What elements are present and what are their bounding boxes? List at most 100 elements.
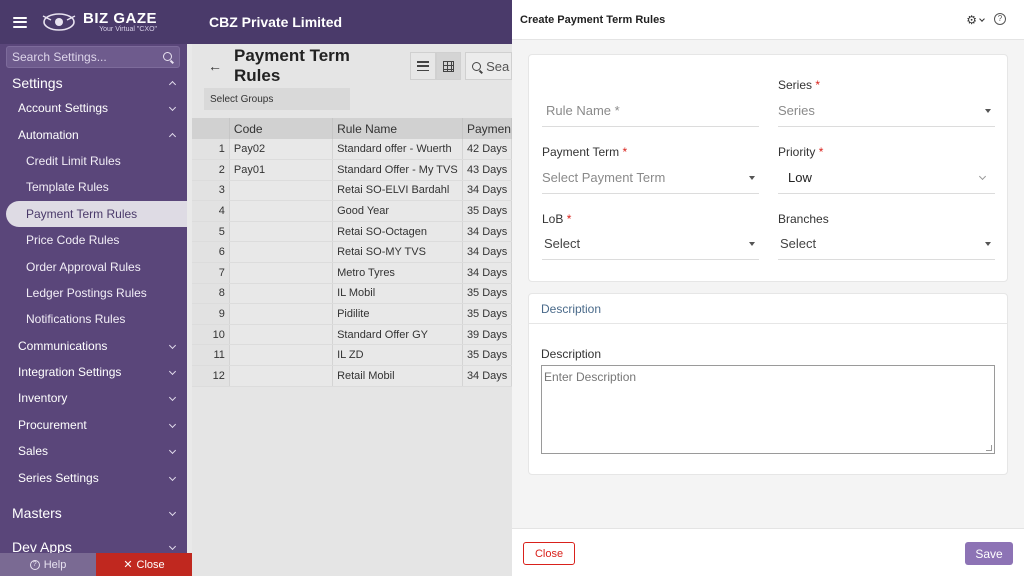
table-row[interactable]: 11 IL ZD 35 Days bbox=[192, 344, 513, 367]
cell-index: 11 bbox=[192, 344, 230, 367]
nav-ledger-postings-rules[interactable]: Ledger Postings Rules bbox=[0, 280, 187, 306]
cell-index: 5 bbox=[192, 221, 230, 243]
help-label: Help bbox=[43, 558, 67, 571]
table-row[interactable]: 5 Retai SO-Octagen 34 Days bbox=[192, 221, 513, 243]
help-icon[interactable]: ? bbox=[994, 13, 1006, 25]
settings-search[interactable] bbox=[6, 46, 180, 68]
search-icon[interactable] bbox=[163, 52, 172, 61]
cell-index: 1 bbox=[192, 139, 230, 161]
cell-payment: 35 Days bbox=[462, 344, 513, 367]
nav-template-rules[interactable]: Template Rules bbox=[0, 174, 187, 200]
column-header-code[interactable]: Code bbox=[229, 118, 334, 139]
nav-procurement[interactable]: Procurement bbox=[0, 412, 187, 438]
nav-inventory[interactable]: Inventory bbox=[0, 385, 187, 411]
grid-view-button[interactable] bbox=[435, 52, 462, 80]
cell-rule-name: Standard Offer - My TVS bbox=[332, 159, 463, 181]
column-header-index[interactable] bbox=[192, 118, 230, 139]
table-row[interactable]: 8 IL Mobil 35 Days bbox=[192, 283, 513, 305]
table-row[interactable]: 3 Retai SO-ELVI Bardahl 34 Days bbox=[192, 180, 513, 202]
chevron-down-icon bbox=[978, 172, 987, 181]
create-payment-term-panel: Create Payment Term Rules ⚙ ? Rule Name … bbox=[512, 0, 1024, 576]
series-dropdown[interactable]: Series bbox=[778, 95, 995, 127]
caret-down-icon bbox=[749, 176, 755, 180]
nav-settings[interactable]: Settings bbox=[0, 71, 187, 95]
priority-select[interactable]: Low bbox=[778, 162, 995, 194]
chevron-up-icon bbox=[168, 80, 177, 89]
cell-payment: 34 Days bbox=[462, 365, 513, 387]
hamburger-menu-icon[interactable] bbox=[13, 16, 27, 28]
nav-label: Procurement bbox=[18, 417, 87, 432]
table-row[interactable]: 10 Standard Offer GY 39 Days bbox=[192, 324, 513, 346]
back-arrow-icon[interactable]: ← bbox=[208, 58, 222, 74]
resize-handle-icon[interactable] bbox=[986, 445, 992, 451]
chevron-down-icon bbox=[168, 473, 177, 481]
priority-label: Priority * bbox=[778, 145, 824, 159]
lob-label: LoB * bbox=[542, 212, 572, 226]
nav-series-settings[interactable]: Series Settings bbox=[0, 464, 187, 490]
cell-rule-name: Retail Mobil bbox=[332, 365, 463, 387]
branches-label: Branches bbox=[778, 212, 829, 226]
nav-label: Automation bbox=[18, 127, 79, 142]
nav-account-settings[interactable]: Account Settings bbox=[0, 95, 187, 121]
table-row[interactable]: 6 Retai SO-MY TVS 34 Days bbox=[192, 241, 513, 264]
app-logo[interactable]: BIZ GAZE Your Virtual "CXO" bbox=[39, 11, 157, 33]
cell-payment: 34 Days bbox=[462, 241, 513, 264]
table-row[interactable]: 2 Pay01 Standard Offer - My TVS 43 Days bbox=[192, 159, 513, 181]
cell-payment: 35 Days bbox=[462, 200, 513, 222]
cell-code bbox=[229, 303, 334, 325]
column-header-rule-name[interactable]: Rule Name bbox=[332, 118, 463, 139]
cell-payment: 34 Days bbox=[462, 262, 513, 284]
rules-list-area: ← Payment Term Rules Sea Select Groups C… bbox=[192, 44, 513, 576]
nav-label: Communications bbox=[18, 338, 108, 353]
table-row[interactable]: 4 Good Year 35 Days bbox=[192, 200, 513, 222]
caret-down-icon bbox=[985, 242, 991, 246]
logo-eye-icon bbox=[42, 13, 76, 31]
nav-order-approval-rules[interactable]: Order Approval Rules bbox=[0, 253, 187, 279]
table-row[interactable]: 1 Pay02 Standard offer - Wuerth 42 Days bbox=[192, 139, 513, 161]
help-button[interactable]: ? Help bbox=[0, 553, 96, 576]
cell-rule-name: Metro Tyres bbox=[332, 262, 463, 284]
table-row[interactable]: 12 Retail Mobil 34 Days bbox=[192, 365, 513, 387]
settings-search-input[interactable] bbox=[12, 50, 157, 64]
cell-code bbox=[229, 221, 334, 243]
nav-credit-limit-rules[interactable]: Credit Limit Rules bbox=[0, 148, 187, 174]
column-header-payment[interactable]: Paymen bbox=[462, 118, 513, 139]
series-label: Series * bbox=[778, 78, 821, 92]
payment-term-dropdown[interactable]: Select Payment Term bbox=[542, 162, 759, 194]
nav-sales[interactable]: Sales bbox=[0, 438, 187, 464]
nav-communications[interactable]: Communications bbox=[0, 333, 187, 359]
cell-code bbox=[229, 262, 334, 284]
chevron-down-icon bbox=[168, 447, 177, 455]
nav-price-code-rules[interactable]: Price Code Rules bbox=[0, 227, 187, 253]
payment-term-label: Payment Term * bbox=[542, 145, 628, 159]
table-row[interactable]: 7 Metro Tyres 34 Days bbox=[192, 262, 513, 284]
branches-dropdown[interactable]: Select bbox=[778, 228, 995, 260]
select-groups-dropdown[interactable]: Select Groups bbox=[204, 88, 350, 110]
nav-label: Account Settings bbox=[18, 101, 109, 116]
nav-payment-term-rules[interactable]: Payment Term Rules bbox=[6, 200, 187, 227]
table-row[interactable]: 9 Pidilite 35 Days bbox=[192, 303, 513, 325]
nav-automation[interactable]: Automation bbox=[0, 121, 187, 147]
description-textarea[interactable] bbox=[541, 365, 995, 454]
cell-payment: 34 Days bbox=[462, 221, 513, 243]
chevron-down-icon bbox=[168, 104, 177, 112]
list-view-icon bbox=[417, 61, 430, 71]
chevron-down-icon bbox=[168, 508, 177, 516]
branches-placeholder: Select bbox=[780, 236, 817, 251]
chevron-down-icon bbox=[979, 16, 985, 22]
list-header: ← Payment Term Rules Sea bbox=[192, 44, 512, 88]
cell-rule-name: IL Mobil bbox=[332, 283, 463, 305]
sidebar-footer: ? Help ✕ Close bbox=[0, 553, 192, 576]
rule-name-field[interactable]: Rule Name * bbox=[542, 95, 759, 127]
nav-masters[interactable]: Masters bbox=[0, 501, 187, 525]
nav-notifications-rules[interactable]: Notifications Rules bbox=[0, 306, 187, 332]
sidebar-close-button[interactable]: ✕ Close bbox=[96, 553, 192, 576]
settings-menu-button[interactable]: ⚙ bbox=[966, 14, 985, 26]
list-search-input[interactable]: Sea bbox=[465, 52, 512, 80]
close-button[interactable]: Close bbox=[523, 542, 575, 565]
nav-integration-settings[interactable]: Integration Settings bbox=[0, 359, 187, 385]
list-view-button[interactable] bbox=[410, 52, 436, 80]
lob-dropdown[interactable]: Select bbox=[542, 228, 759, 260]
panel-header: Create Payment Term Rules ⚙ ? bbox=[512, 0, 1024, 40]
save-button[interactable]: Save bbox=[965, 542, 1013, 565]
